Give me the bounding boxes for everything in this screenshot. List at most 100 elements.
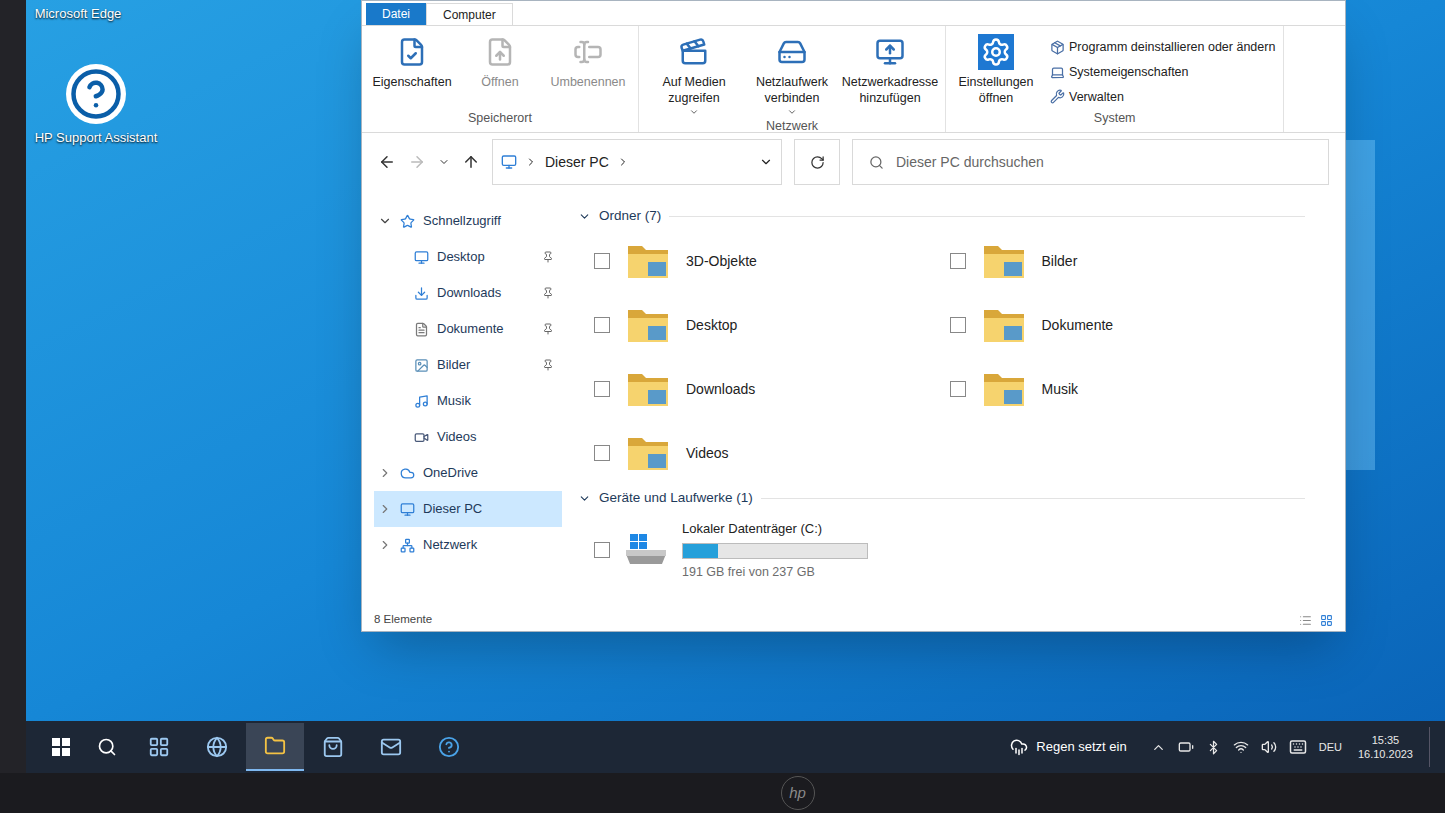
expand-icon[interactable] xyxy=(378,214,392,228)
taskbar-app-icon xyxy=(322,736,344,758)
pin-icon xyxy=(542,287,554,299)
drive-usage-bar xyxy=(682,543,868,559)
ribbon-button[interactable]: Eigenschaften xyxy=(370,34,454,90)
wifi-icon[interactable] xyxy=(1233,739,1249,755)
item-checkbox[interactable] xyxy=(594,542,610,558)
folder-item[interactable]: Dokumente xyxy=(950,293,1306,357)
taskbar-search-icon xyxy=(97,737,117,757)
collapse-icon[interactable] xyxy=(378,502,392,516)
address-dropdown-icon[interactable] xyxy=(759,155,773,169)
folder-item[interactable]: Musik xyxy=(950,357,1306,421)
ribbon-button-icon xyxy=(981,37,1011,67)
desktop-icon[interactable]: HP Support Assistant xyxy=(26,64,166,148)
ribbon-button[interactable]: Einstellungen öffnen xyxy=(954,34,1038,107)
nav-item[interactable]: Videos xyxy=(374,419,562,455)
details-view-icon[interactable] xyxy=(1299,614,1312,627)
search-button[interactable] xyxy=(84,724,130,770)
taskbar-app[interactable] xyxy=(130,723,188,771)
taskbar-app-icon xyxy=(148,736,170,758)
ribbon-tab[interactable]: Datei xyxy=(366,3,426,25)
nav-item[interactable]: Netzwerk xyxy=(374,527,562,563)
section-expand-icon xyxy=(578,210,591,223)
address-bar[interactable]: Dieser PC xyxy=(492,139,782,185)
recent-icon[interactable] xyxy=(438,156,450,168)
ribbon-small-button[interactable]: Verwalten xyxy=(1050,88,1275,107)
folder-item[interactable]: Videos xyxy=(594,421,950,485)
ribbon-small-button[interactable]: Systemeigenschaften xyxy=(1050,63,1275,82)
taskbar-app[interactable] xyxy=(304,723,362,771)
start-button[interactable] xyxy=(38,724,84,770)
ribbon-tab[interactable]: Computer xyxy=(426,3,513,25)
pin-icon xyxy=(542,323,554,335)
search-box[interactable]: Dieser PC durchsuchen xyxy=(852,139,1329,185)
bottom-bezel: hp xyxy=(0,773,1445,813)
tray-overflow-icon[interactable] xyxy=(1151,740,1166,755)
nav-item-icon xyxy=(414,394,429,409)
taskbar: Regen setzt ein DEU 15:3516.10.2023 xyxy=(26,721,1445,773)
taskbar-app[interactable] xyxy=(246,723,304,771)
taskbar-app[interactable] xyxy=(188,723,246,771)
nav-item[interactable]: Bilder xyxy=(374,347,562,383)
up-icon[interactable] xyxy=(462,153,480,171)
clock[interactable]: 15:3516.10.2023 xyxy=(1354,733,1417,762)
item-checkbox[interactable] xyxy=(594,381,610,397)
ribbon-button[interactable]: Auf Medien zugreifen xyxy=(647,34,741,117)
address-row: Dieser PC Dieser PC durchsuchen xyxy=(362,133,1345,191)
ribbon: DateiComputer EigenschaftenÖffnenUmbenenn… xyxy=(362,1,1345,133)
item-checkbox[interactable] xyxy=(594,253,610,269)
folder-icon xyxy=(626,368,670,410)
folder-item[interactable]: 3D-Objekte xyxy=(594,229,950,293)
folder-item[interactable]: Downloads xyxy=(594,357,950,421)
nav-item[interactable]: OneDrive xyxy=(374,455,562,491)
nav-item[interactable]: Desktop xyxy=(374,239,562,275)
hp-support-icon xyxy=(69,67,123,121)
ribbon-group: Auf Medien zugreifenNetzlaufwerk verbind… xyxy=(639,26,946,132)
taskbar-app[interactable] xyxy=(420,723,478,771)
collapse-icon[interactable] xyxy=(378,538,392,552)
back-icon[interactable] xyxy=(378,153,396,171)
desktop-icon[interactable]: Microsoft Edge xyxy=(28,4,128,24)
tiles-view-icon[interactable] xyxy=(1320,614,1333,627)
ribbon-button[interactable]: Umbenennen xyxy=(546,34,630,90)
item-checkbox[interactable] xyxy=(950,253,966,269)
battery-icon[interactable] xyxy=(1178,739,1194,755)
forward-icon[interactable] xyxy=(408,153,426,171)
ribbon-button[interactable]: Netzlaufwerk verbinden xyxy=(745,34,839,117)
separator-icon xyxy=(525,156,537,168)
ribbon-button[interactable]: Netzwerkadresse hinzufügen xyxy=(843,34,937,117)
drive-icon xyxy=(622,530,670,570)
nav-item[interactable]: Schnellzugriff xyxy=(374,203,562,239)
item-checkbox[interactable] xyxy=(950,381,966,397)
section-header[interactable]: Ordner (7) xyxy=(578,203,1305,229)
drive-item[interactable]: Lokaler Datenträger (C:)191 GB frei von … xyxy=(578,511,1305,589)
nav-item[interactable]: Downloads xyxy=(374,275,562,311)
taskbar-app-icon xyxy=(264,735,286,757)
photo: Microsoft Edge HP Support Assistant DateiC… xyxy=(0,0,1445,813)
nav-item-icon xyxy=(400,538,415,553)
desktop: Microsoft Edge HP Support Assistant DateiC… xyxy=(26,0,1445,721)
ribbon-button[interactable]: Öffnen xyxy=(458,34,542,90)
language-indicator[interactable]: DEU xyxy=(1319,739,1342,756)
pin-icon xyxy=(542,359,554,371)
item-checkbox[interactable] xyxy=(594,317,610,333)
folder-item[interactable]: Bilder xyxy=(950,229,1306,293)
small-button-icon xyxy=(1050,89,1065,104)
nav-item[interactable]: Dieser PC xyxy=(374,491,562,527)
refresh-button[interactable] xyxy=(794,139,840,185)
section-header[interactable]: Geräte und Laufwerke (1) xyxy=(578,485,1305,511)
keyboard-icon[interactable] xyxy=(1289,738,1307,756)
search-icon xyxy=(869,155,884,170)
bluetooth-icon[interactable] xyxy=(1206,740,1221,755)
nav-item[interactable]: Musik xyxy=(374,383,562,419)
ribbon-small-button[interactable]: Programm deinstallieren oder ändern xyxy=(1050,38,1275,57)
collapse-icon[interactable] xyxy=(378,466,392,480)
item-checkbox[interactable] xyxy=(594,445,610,461)
volume-icon[interactable] xyxy=(1261,739,1277,755)
folder-item[interactable]: Desktop xyxy=(594,293,950,357)
weather-widget[interactable]: Regen setzt ein xyxy=(1010,737,1126,757)
ribbon-group-label: Speicherort xyxy=(370,109,630,128)
item-checkbox[interactable] xyxy=(950,317,966,333)
nav-item[interactable]: Dokumente xyxy=(374,311,562,347)
taskbar-app[interactable] xyxy=(362,723,420,771)
folder-icon xyxy=(626,240,670,282)
